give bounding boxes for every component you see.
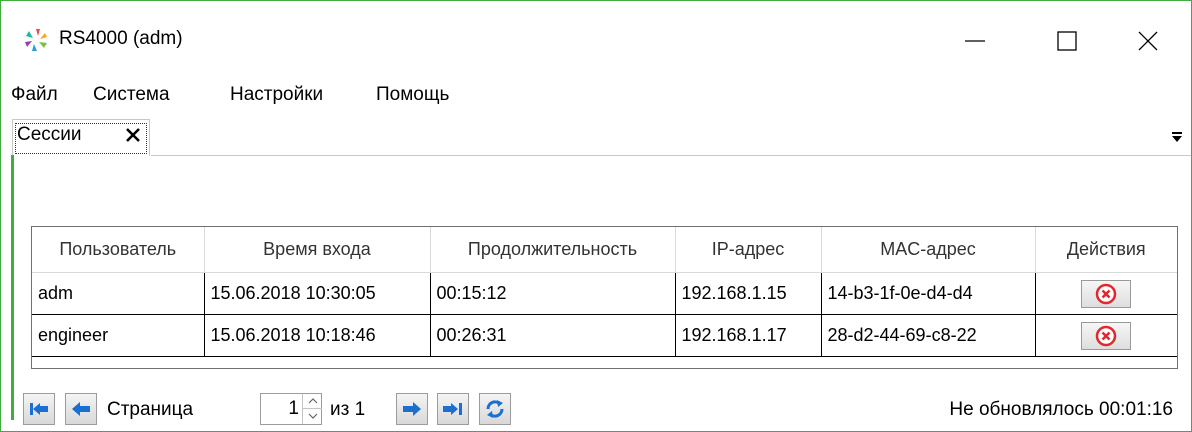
terminate-session-icon xyxy=(1096,325,1117,346)
sessions-grid: Пользователь Время входа Продолжительнос… xyxy=(31,226,1178,369)
next-page-button[interactable] xyxy=(396,393,428,425)
cell-duration[interactable]: 00:15:12 xyxy=(430,272,676,315)
cell-ip[interactable]: 192.168.1.15 xyxy=(675,272,822,315)
cell-user[interactable]: engineer xyxy=(32,314,205,357)
arrow-left-icon xyxy=(72,402,90,416)
menu-bar: Файл Система Настройки Помощь xyxy=(1,80,1191,110)
table-row[interactable]: adm 15.06.2018 10:30:05 00:15:12 192.168… xyxy=(32,272,1177,315)
minimize-icon xyxy=(965,40,985,42)
spin-up-icon[interactable] xyxy=(303,394,322,409)
cell-login-time[interactable]: 15.06.2018 10:30:05 xyxy=(204,272,431,315)
app-window: RS4000 (adm) Файл Система Настройки Помо… xyxy=(0,0,1192,432)
app-logo-icon xyxy=(25,29,47,51)
cell-mac[interactable]: 14-b3-1f-0e-d4-d4 xyxy=(821,272,1036,315)
cell-user[interactable]: adm xyxy=(32,272,205,315)
column-header-login-time[interactable]: Время входа xyxy=(204,227,431,273)
column-header-mac[interactable]: MAC-адрес xyxy=(821,227,1036,273)
column-header-duration[interactable]: Продолжительность xyxy=(430,227,676,273)
title-bar[interactable]: RS4000 (adm) xyxy=(1,1,1191,81)
column-header-ip[interactable]: IP-адрес xyxy=(675,227,822,273)
first-page-button[interactable] xyxy=(23,393,55,425)
column-header-user[interactable]: Пользователь xyxy=(32,227,205,273)
last-page-button[interactable] xyxy=(437,393,469,425)
last-page-icon xyxy=(443,403,462,415)
sessions-table: Пользователь Время входа Продолжительнос… xyxy=(32,227,1177,357)
cell-login-time[interactable]: 15.06.2018 10:18:46 xyxy=(204,314,431,357)
menu-file[interactable]: Файл xyxy=(11,80,58,110)
cell-actions xyxy=(1035,314,1177,357)
column-header-actions[interactable]: Действия xyxy=(1035,227,1177,273)
tab-close-icon[interactable] xyxy=(124,126,142,144)
tab-sessions-label: Сессии xyxy=(17,124,82,145)
close-icon xyxy=(1138,31,1158,51)
page-label: Страница xyxy=(107,399,194,420)
maximize-icon xyxy=(1057,31,1077,51)
spin-down-icon[interactable] xyxy=(303,409,322,423)
menu-settings[interactable]: Настройки xyxy=(230,80,323,110)
prev-page-button[interactable] xyxy=(65,393,97,425)
terminate-session-button[interactable] xyxy=(1081,279,1132,308)
refresh-button[interactable] xyxy=(479,393,511,425)
cell-ip[interactable]: 192.168.1.17 xyxy=(675,314,822,357)
arrow-right-icon xyxy=(403,402,421,416)
table-row[interactable]: engineer 15.06.2018 10:18:46 00:26:31 19… xyxy=(32,314,1177,357)
tab-sessions[interactable]: Сессии xyxy=(12,119,150,156)
refresh-status: Не обновлялось 00:01:16 xyxy=(949,399,1173,420)
tab-strip: Сессии xyxy=(1,115,1191,156)
terminate-session-icon xyxy=(1096,283,1117,304)
window-title: RS4000 (adm) xyxy=(59,28,183,49)
cell-duration[interactable]: 00:26:31 xyxy=(430,314,676,357)
terminate-session-button[interactable] xyxy=(1081,321,1132,350)
menu-help[interactable]: Помощь xyxy=(376,80,449,110)
tab-strip-divider xyxy=(151,155,1191,156)
minimize-button[interactable] xyxy=(929,1,1021,81)
page-spinner[interactable] xyxy=(302,394,322,424)
refresh-icon xyxy=(486,400,504,418)
menu-system[interactable]: Система xyxy=(93,80,170,110)
grid-header-row: Пользователь Время входа Продолжительнос… xyxy=(32,227,1177,273)
active-panel-accent xyxy=(11,155,14,420)
maximize-button[interactable] xyxy=(1021,1,1113,81)
cell-mac[interactable]: 28-d2-44-69-c8-22 xyxy=(821,314,1036,357)
tab-overflow-icon[interactable] xyxy=(1169,129,1185,145)
first-page-icon xyxy=(30,403,48,415)
pager-bar: Страница из 1 Не обновлялось xyxy=(23,393,1183,427)
close-window-button[interactable] xyxy=(1105,1,1191,81)
cell-actions xyxy=(1035,272,1177,315)
page-count-label: из 1 xyxy=(330,399,366,420)
